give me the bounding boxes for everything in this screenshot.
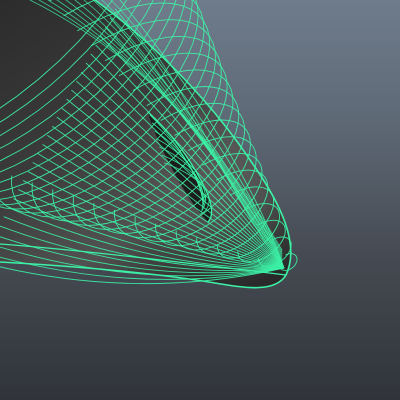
mesh-tip-highlight: [0, 0, 291, 288]
viewport-canvas[interactable]: [0, 0, 400, 400]
3d-viewport[interactable]: [0, 0, 400, 400]
